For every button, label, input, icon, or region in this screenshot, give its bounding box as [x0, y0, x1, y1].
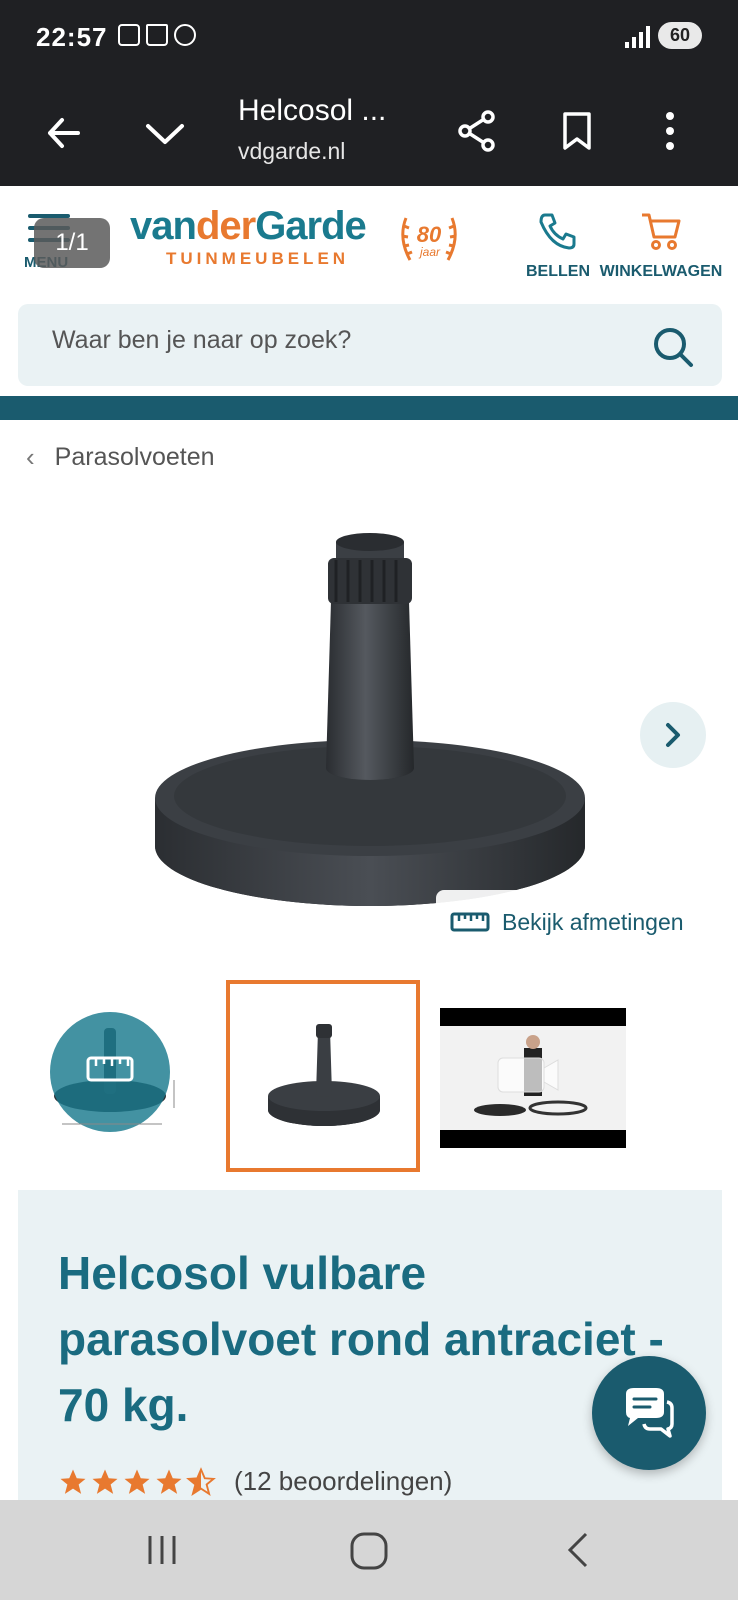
status-time: 22:57	[36, 22, 108, 52]
star-icon	[124, 1469, 150, 1494]
product-title: Helcosol vulbare parasolvoet rond antrac…	[58, 1247, 664, 1431]
search-input[interactable]: Waar ben je naar op zoek?	[52, 326, 351, 355]
signal-icon	[624, 24, 650, 48]
call-label: BELLEN	[526, 263, 590, 280]
chevron-left-icon: ‹	[26, 442, 35, 472]
logo-wordmark: vanderGarde	[130, 204, 367, 248]
phone-icon	[539, 213, 576, 250]
more-vertical-icon	[666, 112, 674, 150]
star-half-icon	[186, 1466, 216, 1496]
cart-button[interactable]: WINKELWAGEN	[596, 210, 726, 281]
star-icon	[156, 1469, 182, 1494]
dimensions-button[interactable]: Bekijk afmetingen	[436, 890, 712, 954]
bookmark-icon	[563, 112, 591, 150]
site-logo[interactable]: vanderGarde TUINMEUBELEN	[130, 204, 367, 269]
home-notification-icon	[146, 24, 168, 46]
battery-indicator: 60	[657, 22, 702, 49]
home-icon	[350, 1532, 388, 1570]
thumbnail-dimensions[interactable]	[44, 1008, 184, 1138]
search-bar[interactable]: Waar ben je naar op zoek?	[18, 304, 722, 386]
recent-apps-button[interactable]	[142, 1530, 182, 1570]
call-button[interactable]: BELLEN	[526, 210, 590, 281]
thumbnail-video[interactable]	[440, 1008, 626, 1148]
site-header: MENU vanderGarde TUINMEUBELEN 80 jaar BE…	[0, 186, 738, 304]
gallery-next-button[interactable]	[640, 702, 706, 768]
page-title[interactable]: Helcosol ...	[238, 94, 386, 128]
nav-divider-bar	[0, 396, 738, 420]
cart-label: WINKELWAGEN	[599, 263, 723, 280]
product-rating[interactable]: (12 beoordelingen)	[58, 1466, 452, 1497]
thumbnail-product-selected[interactable]	[226, 980, 420, 1172]
bookmark-button[interactable]	[552, 106, 602, 156]
chevron-down-icon	[146, 124, 184, 144]
notification-icons	[118, 24, 196, 46]
browser-toolbar: Helcosol ... vdgarde.nl	[0, 76, 738, 186]
chevron-right-icon	[666, 723, 680, 747]
ruler-icon	[450, 912, 490, 932]
status-bar: 22:57 60	[0, 0, 738, 76]
back-button[interactable]	[38, 108, 88, 158]
rating-count[interactable]: (12 beoordelingen)	[234, 1466, 452, 1497]
search-icon[interactable]	[650, 324, 696, 370]
back-arrow-icon	[48, 118, 80, 148]
more-options-button[interactable]	[650, 106, 690, 156]
chat-button[interactable]	[592, 1356, 706, 1470]
settings-notification-icon	[174, 24, 196, 46]
cart-icon	[642, 213, 681, 250]
anniversary-badge: 80 jaar	[396, 208, 462, 270]
breadcrumb-link[interactable]: Parasolvoeten	[55, 443, 215, 472]
product-image[interactable]	[140, 528, 600, 928]
rating-stars	[58, 1466, 216, 1497]
svg-text:80: 80	[417, 222, 442, 247]
share-button[interactable]	[452, 106, 502, 156]
tab-counter[interactable]: 1/1	[34, 218, 110, 268]
logo-subtitle: TUINMEUBELEN	[166, 249, 350, 268]
screenshot-icon	[118, 24, 140, 46]
chevron-left-icon	[567, 1532, 588, 1568]
system-nav-bar	[0, 1500, 738, 1600]
recent-apps-icon	[148, 1536, 176, 1564]
svg-text:jaar: jaar	[418, 245, 441, 259]
share-icon	[458, 110, 495, 152]
star-icon	[92, 1469, 118, 1494]
dimensions-label: Bekijk afmetingen	[502, 908, 684, 935]
breadcrumb[interactable]: ‹ Parasolvoeten	[26, 442, 215, 473]
home-button[interactable]	[346, 1528, 392, 1574]
page-url[interactable]: vdgarde.nl	[238, 138, 345, 165]
star-icon	[60, 1469, 86, 1494]
system-back-button[interactable]	[560, 1530, 600, 1570]
chat-icon	[626, 1388, 674, 1438]
collapse-button[interactable]	[140, 110, 190, 160]
